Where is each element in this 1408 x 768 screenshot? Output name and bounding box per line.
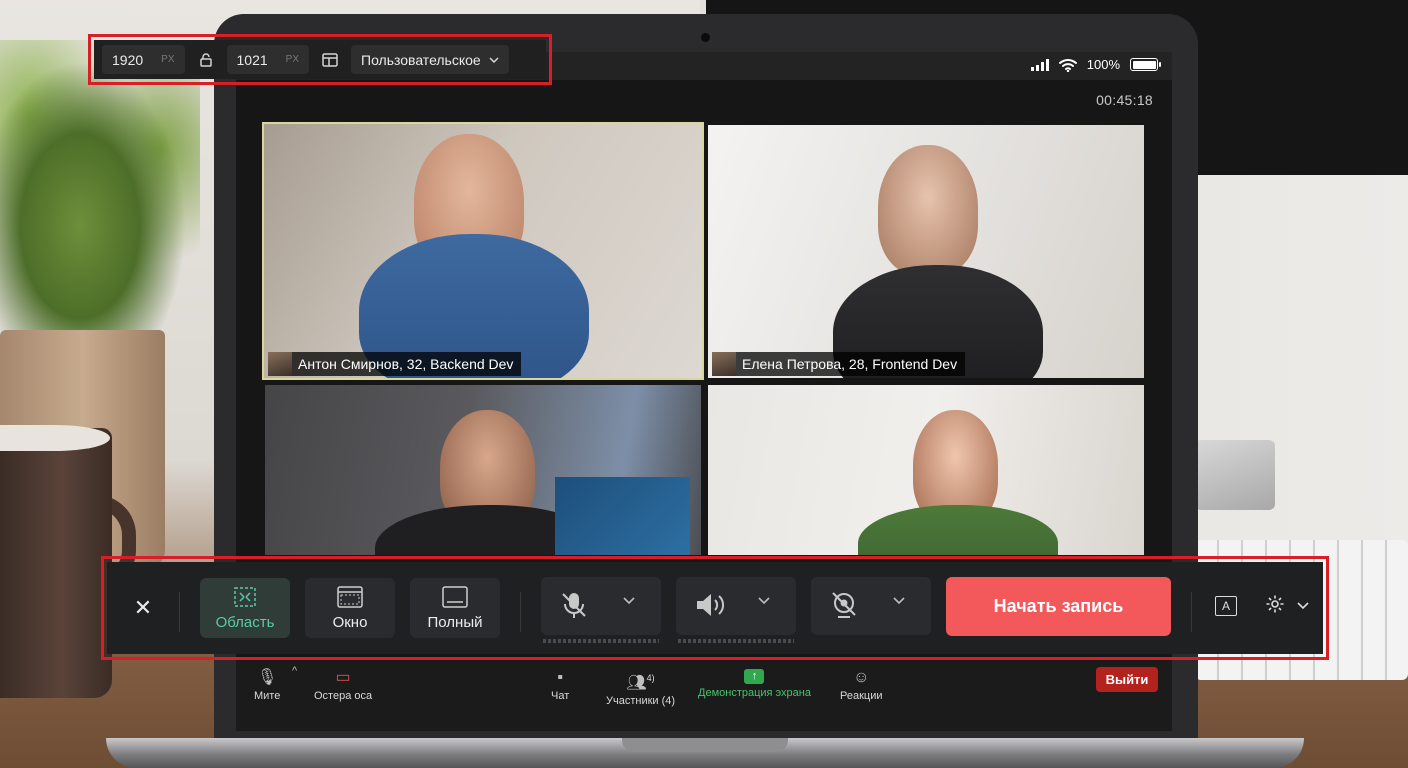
- chevron-down-icon: [489, 56, 499, 63]
- top-toolbar: 1920 PX 1021 PX Пользовательское: [94, 40, 546, 79]
- signal-icon: [1030, 58, 1049, 71]
- speaker-icon: [697, 594, 725, 616]
- participant-label: Елена Петрова, 28, Frontend Dev: [712, 352, 966, 376]
- video-button[interactable]: ▭ Остера оса: [314, 669, 372, 702]
- chat-label: Чат: [551, 690, 570, 702]
- chevron-down-icon[interactable]: [1297, 602, 1309, 610]
- height-field[interactable]: 1021 PX: [226, 45, 309, 74]
- participants-badge: 4): [646, 673, 655, 683]
- mode-fullscreen-button[interactable]: Полный: [410, 578, 500, 638]
- width-value: 1920: [112, 51, 144, 68]
- webcam: [701, 33, 710, 42]
- start-recording-button[interactable]: Начать запись: [946, 577, 1171, 636]
- video-tile-4[interactable]: [708, 385, 1144, 555]
- battery-icon: [1130, 58, 1161, 71]
- share-screen-button[interactable]: ↑ Демонстрация эхрана: [698, 669, 811, 699]
- recorder-toolbar: ✕ Область Окно Полный Начать запись A: [107, 562, 1323, 654]
- mug-rim: [0, 425, 110, 451]
- preset-label: Пользовательское: [361, 51, 481, 68]
- mode-window-button[interactable]: Окно: [305, 578, 395, 638]
- meeting-controls: 🎙︎ Мите ^ ▭ Остера оса ▪ Чат 👥︎4) Участн…: [236, 657, 1172, 731]
- avatar: [268, 352, 292, 376]
- close-icon[interactable]: ✕: [131, 596, 155, 620]
- mode-region-button[interactable]: Область: [200, 578, 290, 638]
- participant-label: Антон Смирнов, 32, Backend Dev: [268, 352, 522, 376]
- coffee-mug: [0, 428, 112, 698]
- fullscreen-icon: [442, 585, 468, 608]
- video-tile-1[interactable]: Антон Смирнов, 32, Backend Dev: [262, 122, 704, 380]
- leave-button[interactable]: Выйти: [1096, 667, 1158, 692]
- microphone-muted-icon: [562, 593, 586, 618]
- system-audio-device-button[interactable]: [676, 577, 796, 643]
- mode-label: Область: [215, 613, 275, 631]
- divider: [1191, 592, 1192, 632]
- reactions-icon: ☺: [853, 669, 870, 686]
- lock-icon[interactable]: [193, 45, 219, 74]
- camera-off-icon: [832, 592, 856, 618]
- video-label: Остера оса: [314, 690, 373, 702]
- participant-name: Антон Смирнов, 32, Backend Dev: [298, 356, 514, 372]
- microphone-device-button[interactable]: [541, 577, 661, 643]
- participants-button[interactable]: 👥︎4) Участники (4): [606, 669, 675, 707]
- meeting-timer: 00:45:18: [1096, 92, 1153, 108]
- preset-dropdown[interactable]: Пользовательское: [351, 45, 509, 74]
- chevron-down-icon: [893, 597, 905, 605]
- share-screen-label: Демонстрация эхрана: [698, 687, 811, 699]
- chevron-down-icon: [623, 597, 635, 605]
- participants-icon: 👥︎4): [626, 673, 655, 692]
- monitor-in-video: [555, 477, 690, 555]
- text-annotation-icon[interactable]: A: [1215, 596, 1237, 616]
- reactions-button[interactable]: ☺ Реакции: [840, 669, 883, 702]
- width-field[interactable]: 1920 PX: [102, 45, 185, 74]
- region-select-icon: [234, 586, 256, 607]
- mode-label: Полный: [427, 613, 483, 631]
- chevron-down-icon: [758, 597, 770, 605]
- avatar: [712, 352, 736, 376]
- height-value: 1021: [236, 51, 268, 68]
- settings-icon[interactable]: [1265, 594, 1285, 614]
- camera-device-button[interactable]: [811, 577, 931, 635]
- divider: [179, 592, 180, 632]
- audio-level-meter: [543, 639, 659, 643]
- monitor-stand: [1195, 440, 1275, 510]
- divider: [520, 592, 521, 632]
- video-off-icon: ▭: [335, 669, 351, 686]
- mute-options-chevron-icon[interactable]: ^: [292, 665, 297, 677]
- video-tile-3[interactable]: [265, 385, 701, 555]
- mode-label: Окно: [332, 613, 368, 631]
- laptop-notch: [622, 738, 788, 752]
- chat-button[interactable]: ▪ Чат: [551, 669, 569, 702]
- participant-name: Елена Петрова, 28, Frontend Dev: [742, 356, 958, 372]
- mute-button[interactable]: 🎙︎ Мите: [254, 669, 280, 702]
- reactions-label: Реакции: [840, 690, 883, 702]
- chat-icon: ▪: [557, 669, 563, 686]
- plant: [0, 40, 200, 350]
- video-tile-2[interactable]: Елена Петрова, 28, Frontend Dev: [708, 125, 1144, 378]
- layout-icon[interactable]: [317, 45, 343, 74]
- wifi-icon: [1058, 58, 1077, 72]
- window-icon: [337, 585, 363, 608]
- height-unit: PX: [285, 54, 299, 65]
- participants-label: Участники (4): [606, 695, 676, 708]
- width-unit: PX: [161, 54, 175, 65]
- battery-percent: 100%: [1086, 57, 1120, 72]
- share-screen-icon: ↑: [744, 669, 765, 684]
- mute-label: Мите: [254, 690, 281, 702]
- microphone-icon: 🎙︎: [257, 669, 278, 686]
- audio-level-meter: [678, 639, 794, 643]
